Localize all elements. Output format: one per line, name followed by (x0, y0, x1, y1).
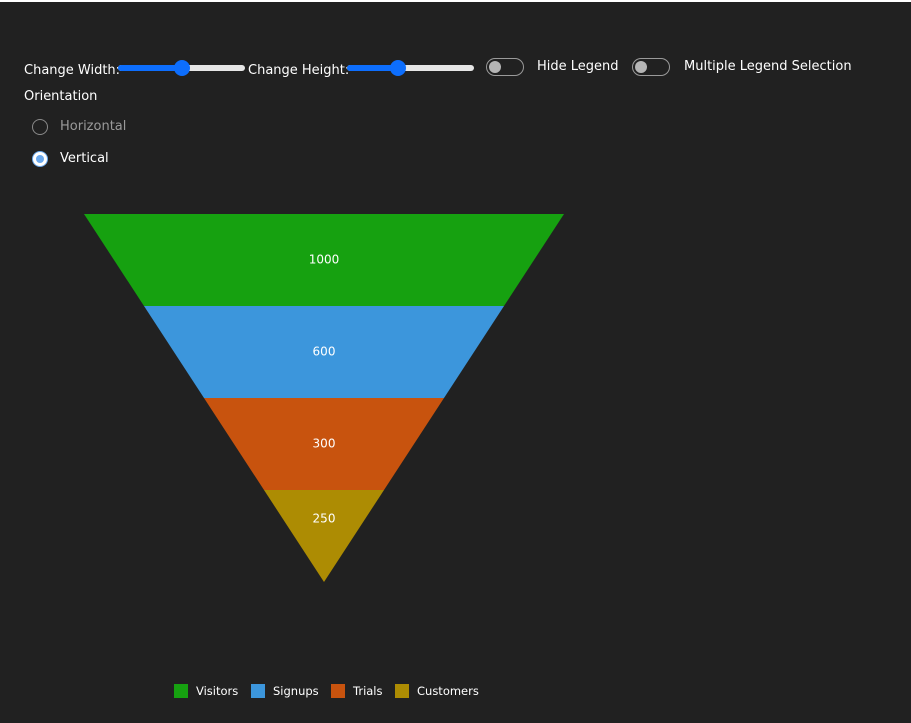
funnel-data-label: 250 (313, 512, 336, 526)
legend-label: Trials (353, 684, 383, 698)
legend-swatch (395, 684, 409, 698)
funnel-chart-page: Change Width: Change Height: Hide Legend… (0, 0, 911, 723)
legend-swatch (174, 684, 188, 698)
legend-label: Signups (273, 684, 319, 698)
funnel-data-label: 300 (313, 437, 336, 451)
legend-swatch (251, 684, 265, 698)
funnel-chart: 1000 600 300 250 (84, 214, 564, 582)
legend-label: Visitors (196, 684, 239, 698)
legend-label: Customers (417, 684, 479, 698)
legend-swatch (331, 684, 345, 698)
funnel-data-label: 1000 (309, 253, 340, 267)
funnel-data-label: 600 (313, 345, 336, 359)
funnel-segment-customers[interactable] (264, 490, 384, 582)
